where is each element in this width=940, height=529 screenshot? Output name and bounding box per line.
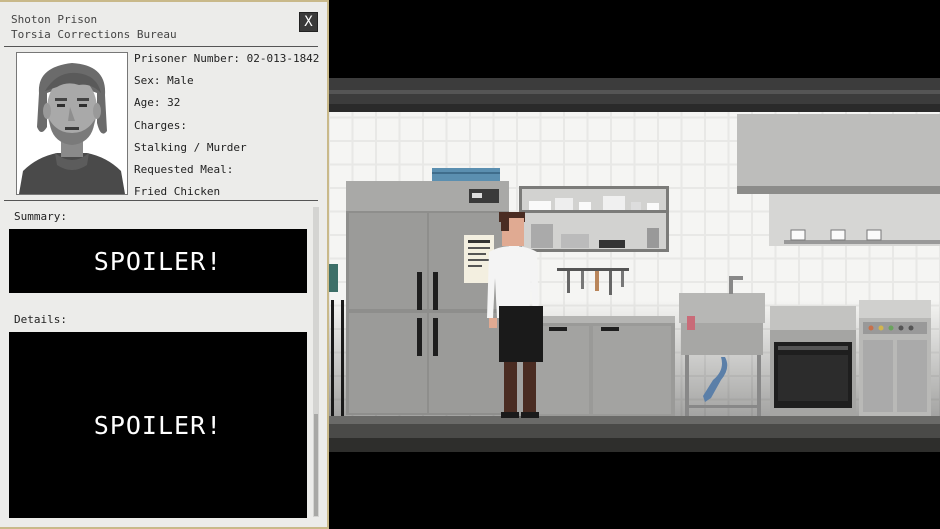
prisoner-dossier-panel: Shoton Prison Torsia Corrections Bureau …	[0, 0, 329, 529]
charges-label: Charges:	[134, 118, 187, 132]
prisoner-info-list: Prisoner Number: 02-013-1842 Sex: Male A…	[134, 52, 319, 207]
oven	[770, 306, 856, 416]
range-hood	[737, 114, 940, 194]
floor	[329, 416, 940, 424]
dossier-header: Shoton Prison Torsia Corrections Bureau	[11, 12, 177, 42]
summary-label: Summary:	[14, 210, 67, 223]
age-field: Age: 32	[134, 96, 181, 110]
close-button[interactable]: X	[299, 12, 318, 32]
wall-phone	[329, 264, 338, 292]
blue-crate	[432, 168, 500, 181]
requested-meal-value: Fried Chicken	[134, 185, 221, 199]
prison-name: Shoton Prison	[11, 13, 98, 26]
sex-field: Sex: Male	[134, 74, 194, 88]
mugshot-photo	[16, 52, 128, 195]
divider	[4, 46, 318, 47]
divider	[4, 200, 318, 201]
stove-unit	[859, 300, 931, 418]
wall-shelf	[519, 186, 669, 252]
prisoner-number: Prisoner Number: 02-013-1842	[134, 52, 320, 65]
requested-meal-label: Requested Meal:	[134, 162, 234, 176]
scrollbar-thumb[interactable]	[314, 414, 318, 516]
details-box: SPOILER!	[9, 332, 307, 518]
kitchen-scene	[329, 0, 940, 529]
details-label: Details:	[14, 313, 67, 326]
charges-value: Stalking / Murder	[134, 140, 247, 154]
summary-box: SPOILER!	[9, 229, 307, 293]
refrigerator	[346, 181, 509, 415]
bureau-name: Torsia Corrections Bureau	[11, 28, 177, 41]
